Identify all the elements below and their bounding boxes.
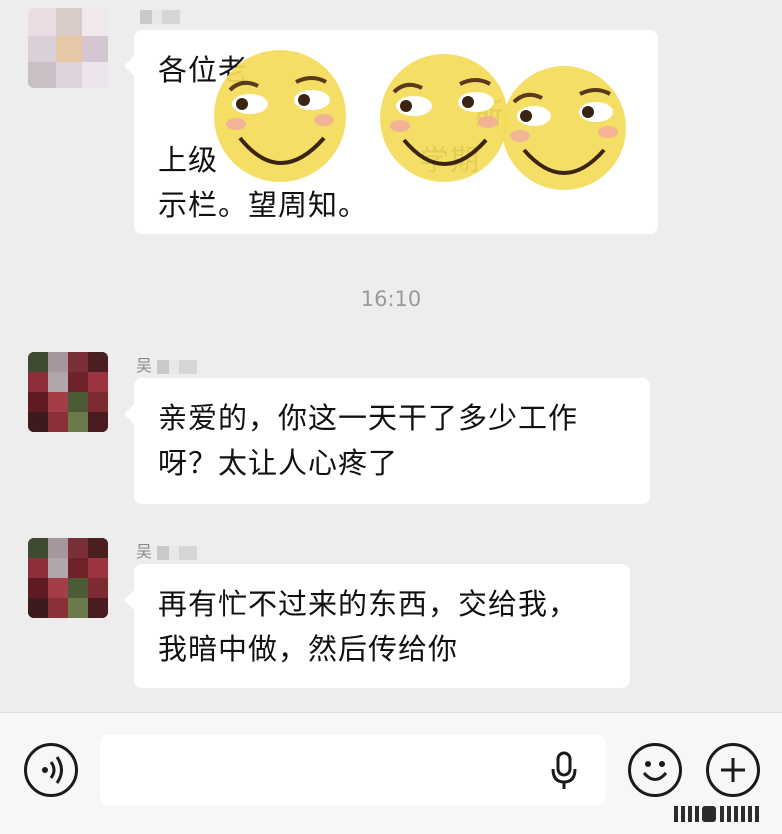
message-timestamp: 16:10 [360, 287, 422, 311]
message-bubble[interactable]: 亲爱的，你这一天干了多少工作 呀？太让人心疼了 [124, 378, 650, 504]
microphone-icon[interactable] [548, 749, 580, 793]
sender-name [136, 6, 180, 25]
watermark-icon [674, 806, 759, 822]
smiling-emoji-icon [214, 50, 346, 182]
more-options-button[interactable] [706, 743, 760, 797]
message-line: 我暗中做，然后传给你 [158, 632, 459, 666]
message-input[interactable] [100, 735, 606, 805]
smiling-emoji-icon [502, 66, 626, 190]
avatar[interactable] [28, 538, 108, 618]
message-line: 亲爱的，你这一天干了多少工作 [158, 401, 579, 435]
chat-history[interactable]: 各位老 斯 上级 学期 示栏。望周知。 [0, 0, 782, 712]
chat-input-bar [0, 712, 782, 834]
avatar[interactable] [28, 8, 108, 88]
sender-name: 吴 [136, 352, 198, 376]
emoji-icon [642, 761, 668, 781]
emoji-button[interactable] [628, 743, 682, 797]
message-bubble[interactable]: 再有忙不过来的东西，交给我， 我暗中做，然后传给你 [124, 564, 630, 688]
avatar[interactable] [28, 352, 108, 432]
sender-name: 吴 [136, 538, 198, 562]
blurred-name [140, 9, 180, 24]
blurred-name [157, 359, 198, 374]
message-line: 呀？太让人心疼了 [158, 446, 399, 480]
voice-toggle-icon [42, 756, 63, 784]
plus-icon [721, 758, 745, 782]
blurred-name [157, 545, 198, 560]
voice-toggle-button[interactable] [24, 743, 78, 797]
smiling-emoji-icon [380, 54, 508, 182]
message-line: 再有忙不过来的东西，交给我， [158, 587, 579, 621]
